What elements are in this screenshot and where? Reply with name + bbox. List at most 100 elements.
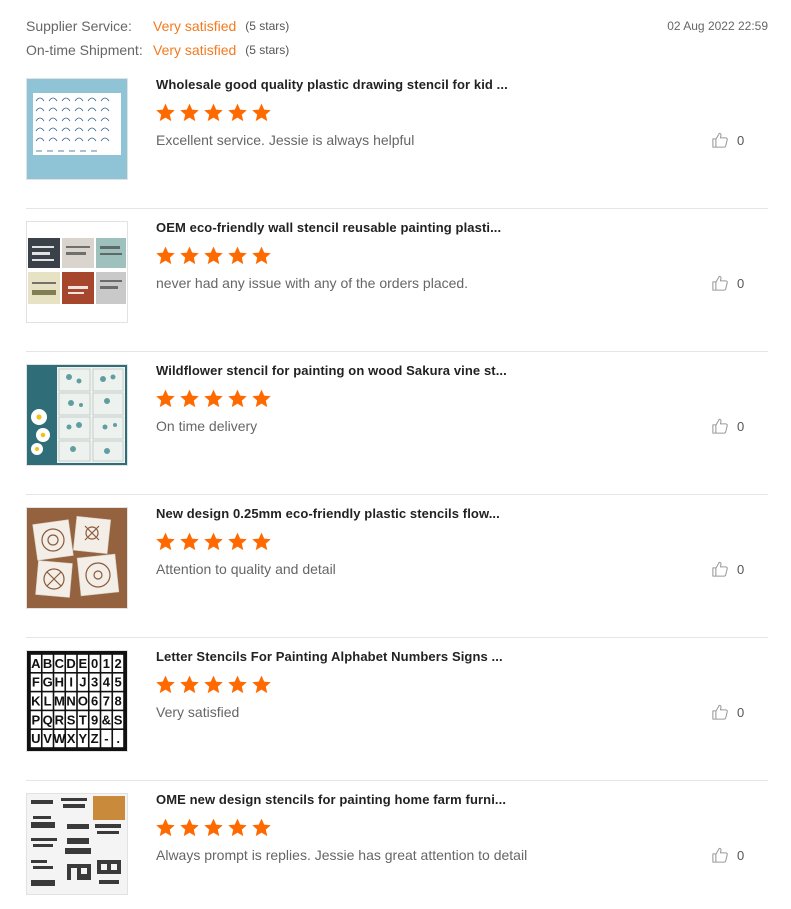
supplier-service-row: Supplier Service: Very satisfied (5 star… bbox=[26, 16, 289, 36]
star-icon bbox=[252, 675, 271, 694]
review-comment: never had any issue with any of the orde… bbox=[156, 275, 469, 291]
svg-text:G: G bbox=[43, 675, 53, 690]
star-icon bbox=[252, 246, 271, 265]
svg-text:J: J bbox=[79, 675, 86, 690]
product-title[interactable]: OEM eco-friendly wall stencil reusable p… bbox=[156, 220, 501, 235]
svg-text:C: C bbox=[55, 656, 65, 671]
svg-text:6: 6 bbox=[91, 694, 98, 709]
like-count: 0 bbox=[737, 847, 745, 863]
product-title[interactable]: Wholesale good quality plastic drawing s… bbox=[156, 77, 508, 92]
star-rating bbox=[155, 674, 272, 695]
svg-text:N: N bbox=[66, 694, 75, 709]
thumbs-up-icon bbox=[712, 704, 728, 720]
star-icon bbox=[156, 818, 175, 837]
star-icon bbox=[228, 103, 247, 122]
star-icon bbox=[156, 389, 175, 408]
star-icon bbox=[228, 532, 247, 551]
thumbs-up-icon bbox=[712, 847, 728, 863]
svg-text:W: W bbox=[53, 731, 66, 746]
like-button[interactable]: 0 bbox=[711, 131, 744, 149]
like-count: 0 bbox=[737, 132, 745, 148]
star-icon bbox=[204, 389, 223, 408]
like-button[interactable]: 0 bbox=[711, 846, 744, 864]
star-rating bbox=[155, 245, 272, 266]
product-title[interactable]: OME new design stencils for painting hom… bbox=[156, 792, 506, 807]
product-thumbnail[interactable] bbox=[26, 221, 128, 323]
star-icon bbox=[204, 818, 223, 837]
svg-text:F: F bbox=[32, 675, 40, 690]
star-icon bbox=[180, 389, 199, 408]
review-date: 02 Aug 2022 22:59 bbox=[667, 19, 768, 33]
like-button[interactable]: 0 bbox=[711, 703, 744, 721]
like-button[interactable]: 0 bbox=[711, 274, 744, 292]
ontime-shipment-stars: (5 stars) bbox=[245, 43, 290, 57]
star-icon bbox=[180, 246, 199, 265]
like-button[interactable]: 0 bbox=[711, 417, 744, 435]
svg-text:L: L bbox=[44, 694, 52, 709]
review-item: Wildflower stencil for painting on wood … bbox=[26, 352, 768, 495]
star-icon bbox=[228, 246, 247, 265]
review-comment: On time delivery bbox=[156, 418, 258, 434]
svg-text:D: D bbox=[66, 656, 75, 671]
like-count: 0 bbox=[737, 275, 745, 291]
svg-text:9: 9 bbox=[91, 712, 98, 727]
svg-text:X: X bbox=[67, 731, 76, 746]
like-button[interactable]: 0 bbox=[711, 560, 744, 578]
svg-text:3: 3 bbox=[91, 675, 98, 690]
product-title[interactable]: Letter Stencils For Painting Alphabet Nu… bbox=[156, 649, 503, 664]
svg-text:V: V bbox=[43, 731, 52, 746]
product-thumbnail[interactable] bbox=[26, 793, 128, 895]
like-count: 0 bbox=[737, 418, 745, 434]
star-icon bbox=[252, 818, 271, 837]
svg-text:H: H bbox=[55, 675, 64, 690]
review-item: Wholesale good quality plastic drawing s… bbox=[26, 66, 768, 209]
star-icon bbox=[204, 246, 223, 265]
svg-text:Q: Q bbox=[43, 712, 53, 727]
star-icon bbox=[180, 818, 199, 837]
star-icon bbox=[156, 246, 175, 265]
star-icon bbox=[252, 103, 271, 122]
supplier-service-stars: (5 stars) bbox=[245, 19, 290, 33]
review-item: A B C D E 0 1 2 F G H I J 3 4 5 K L M N O 6 7 8 P Q R S T 9 & S U V W X Y Z -.… bbox=[26, 638, 768, 781]
star-icon bbox=[204, 103, 223, 122]
review-comment: Always prompt is replies. Jessie has gre… bbox=[156, 847, 528, 863]
svg-text:&: & bbox=[102, 712, 111, 727]
product-title[interactable]: New design 0.25mm eco-friendly plastic s… bbox=[156, 506, 500, 521]
review-comment: Excellent service. Jessie is always help… bbox=[156, 132, 415, 148]
ontime-shipment-value: Very satisfied bbox=[153, 42, 237, 58]
star-icon bbox=[156, 103, 175, 122]
star-icon bbox=[180, 675, 199, 694]
like-count: 0 bbox=[737, 561, 745, 577]
product-thumbnail[interactable]: A B C D E 0 1 2 F G H I J 3 4 5 K L M N O 6 7 8 P Q R S T 9 & S U V W X Y Z -. bbox=[26, 650, 128, 752]
star-icon bbox=[156, 675, 175, 694]
svg-text:4: 4 bbox=[103, 675, 111, 690]
svg-text:S: S bbox=[67, 712, 76, 727]
star-icon bbox=[252, 389, 271, 408]
thumbs-up-icon bbox=[712, 275, 728, 291]
star-rating bbox=[155, 388, 272, 409]
star-icon bbox=[204, 532, 223, 551]
product-title[interactable]: Wildflower stencil for painting on wood … bbox=[156, 363, 507, 378]
star-icon bbox=[204, 675, 223, 694]
svg-text:P: P bbox=[32, 712, 41, 727]
svg-text:5: 5 bbox=[115, 675, 122, 690]
svg-text:0: 0 bbox=[91, 656, 98, 671]
product-thumbnail[interactable] bbox=[26, 78, 128, 180]
review-list: Wholesale good quality plastic drawing s… bbox=[26, 66, 768, 909]
star-icon bbox=[252, 532, 271, 551]
review-summary: Supplier Service: Very satisfied (5 star… bbox=[26, 16, 768, 64]
star-rating bbox=[155, 817, 272, 838]
ontime-shipment-row: On-time Shipment: Very satisfied (5 star… bbox=[26, 40, 289, 60]
svg-text:8: 8 bbox=[115, 694, 122, 709]
svg-text:R: R bbox=[55, 712, 65, 727]
review-item: New design 0.25mm eco-friendly plastic s… bbox=[26, 495, 768, 638]
review-comment: Very satisfied bbox=[156, 704, 240, 720]
product-thumbnail[interactable] bbox=[26, 364, 128, 466]
svg-text:I: I bbox=[69, 675, 73, 690]
like-count: 0 bbox=[737, 704, 745, 720]
star-icon bbox=[228, 675, 247, 694]
svg-text:1: 1 bbox=[103, 656, 110, 671]
svg-text:B: B bbox=[43, 656, 52, 671]
svg-text:Y: Y bbox=[79, 731, 88, 746]
product-thumbnail[interactable] bbox=[26, 507, 128, 609]
